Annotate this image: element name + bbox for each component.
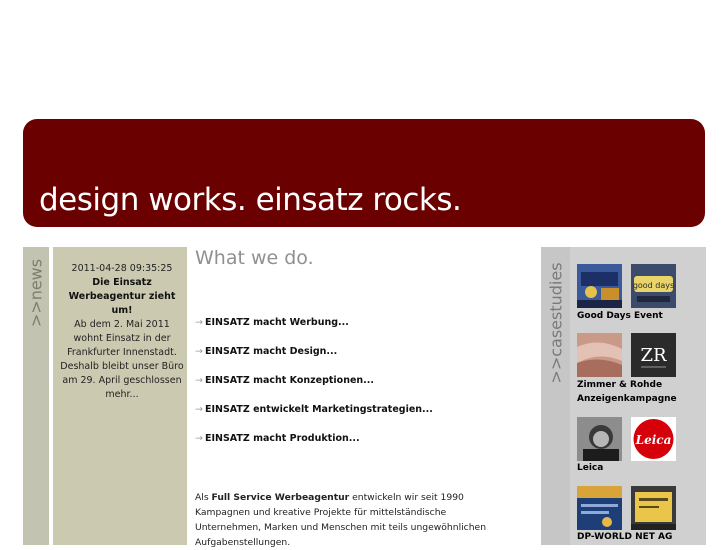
arrow-right-icon: → bbox=[195, 346, 203, 357]
service-link-label: EINSATZ macht Werbung... bbox=[204, 317, 349, 328]
service-link-label: EINSATZ macht Konzeptionen... bbox=[204, 375, 375, 386]
news-date: 2011-04-28 09:35:25 bbox=[71, 263, 173, 274]
svg-text:Leica: Leica bbox=[635, 433, 672, 447]
portrait-photo-icon bbox=[577, 417, 622, 461]
fabric-photo-icon bbox=[577, 333, 622, 377]
svg-text:good days: good days bbox=[633, 281, 674, 290]
service-link-label: EINSATZ entwickelt Marketingstrategien..… bbox=[204, 404, 433, 415]
case-thumbnail[interactable]: good days bbox=[631, 264, 676, 308]
dp-world-poster-icon bbox=[631, 486, 676, 530]
casestudies-panel: good days Good Days Event ZR Zimmer & Ro… bbox=[570, 247, 706, 545]
good-days-logo-icon: good days bbox=[631, 264, 676, 308]
case-thumbnail[interactable]: ZR bbox=[631, 333, 676, 377]
case-thumbnail[interactable] bbox=[577, 333, 622, 377]
news-tab-label: >>news bbox=[26, 258, 46, 328]
arrow-right-icon: → bbox=[195, 375, 203, 386]
case-thumbnail[interactable] bbox=[577, 264, 622, 308]
case-subtitle-zimmer-rohde[interactable]: Anzeigenkampagne bbox=[577, 392, 677, 406]
case-thumbnail[interactable] bbox=[577, 417, 622, 461]
arrow-right-icon: → bbox=[195, 404, 203, 415]
service-link-werbung[interactable]: → EINSATZ macht Werbung... bbox=[195, 317, 349, 328]
header-banner: design works. einsatz rocks. bbox=[23, 119, 705, 227]
service-link-marketing[interactable]: → EINSATZ entwickelt Marketingstrategien.… bbox=[195, 404, 433, 415]
main-content: What we do. → EINSATZ macht Werbung... → E… bbox=[195, 247, 515, 548]
service-link-produktion[interactable]: → EINSATZ macht Produktion... bbox=[195, 433, 360, 444]
casestudies-tab[interactable]: >>casestudies bbox=[541, 247, 570, 545]
svg-text:ZR: ZR bbox=[640, 345, 667, 366]
news-headline[interactable]: Die Einsatz Werbeagentur zieht um! bbox=[59, 276, 185, 318]
case-title-dp-world[interactable]: DP-WORLD NET AG bbox=[577, 530, 672, 544]
news-tab[interactable]: >>news bbox=[23, 247, 49, 545]
case-thumbnail[interactable] bbox=[577, 486, 622, 530]
case-title-leica[interactable]: Leica bbox=[577, 461, 603, 475]
case-thumbnail[interactable] bbox=[631, 486, 676, 530]
case-title-zimmer-rohde[interactable]: Zimmer & Rohde bbox=[577, 378, 662, 392]
case-thumbnail[interactable]: Leica bbox=[631, 417, 676, 461]
arrow-right-icon: → bbox=[195, 433, 203, 444]
intro-highlight: Full Service Werbeagentur bbox=[211, 492, 350, 503]
casestudies-tab-label: >>casestudies bbox=[546, 262, 565, 384]
zr-logo-icon: ZR bbox=[631, 333, 676, 377]
dp-world-ad-icon bbox=[577, 486, 622, 530]
service-link-konzeptionen[interactable]: → EINSATZ macht Konzeptionen... bbox=[195, 375, 374, 386]
arrow-right-icon: → bbox=[195, 317, 203, 328]
news-panel: 2011-04-28 09:35:25 Die Einsatz Werbeage… bbox=[53, 247, 187, 545]
page-title: What we do. bbox=[195, 247, 314, 269]
site-slogan: design works. einsatz rocks. bbox=[39, 182, 462, 218]
news-item[interactable]: 2011-04-28 09:35:25 Die Einsatz Werbeage… bbox=[59, 262, 185, 402]
leica-logo-icon: Leica bbox=[631, 417, 676, 461]
service-link-label: EINSATZ macht Produktion... bbox=[204, 433, 360, 444]
event-photo-icon bbox=[577, 264, 622, 308]
service-link-design[interactable]: → EINSATZ macht Design... bbox=[195, 346, 337, 357]
service-link-label: EINSATZ macht Design... bbox=[204, 346, 338, 357]
news-body: Ab dem 2. Mai 2011 wohnt Einsatz in der … bbox=[60, 319, 184, 400]
intro-text: Als Full Service Werbeagentur entwickeln… bbox=[195, 492, 487, 548]
case-title-good-days[interactable]: Good Days Event bbox=[577, 309, 663, 323]
